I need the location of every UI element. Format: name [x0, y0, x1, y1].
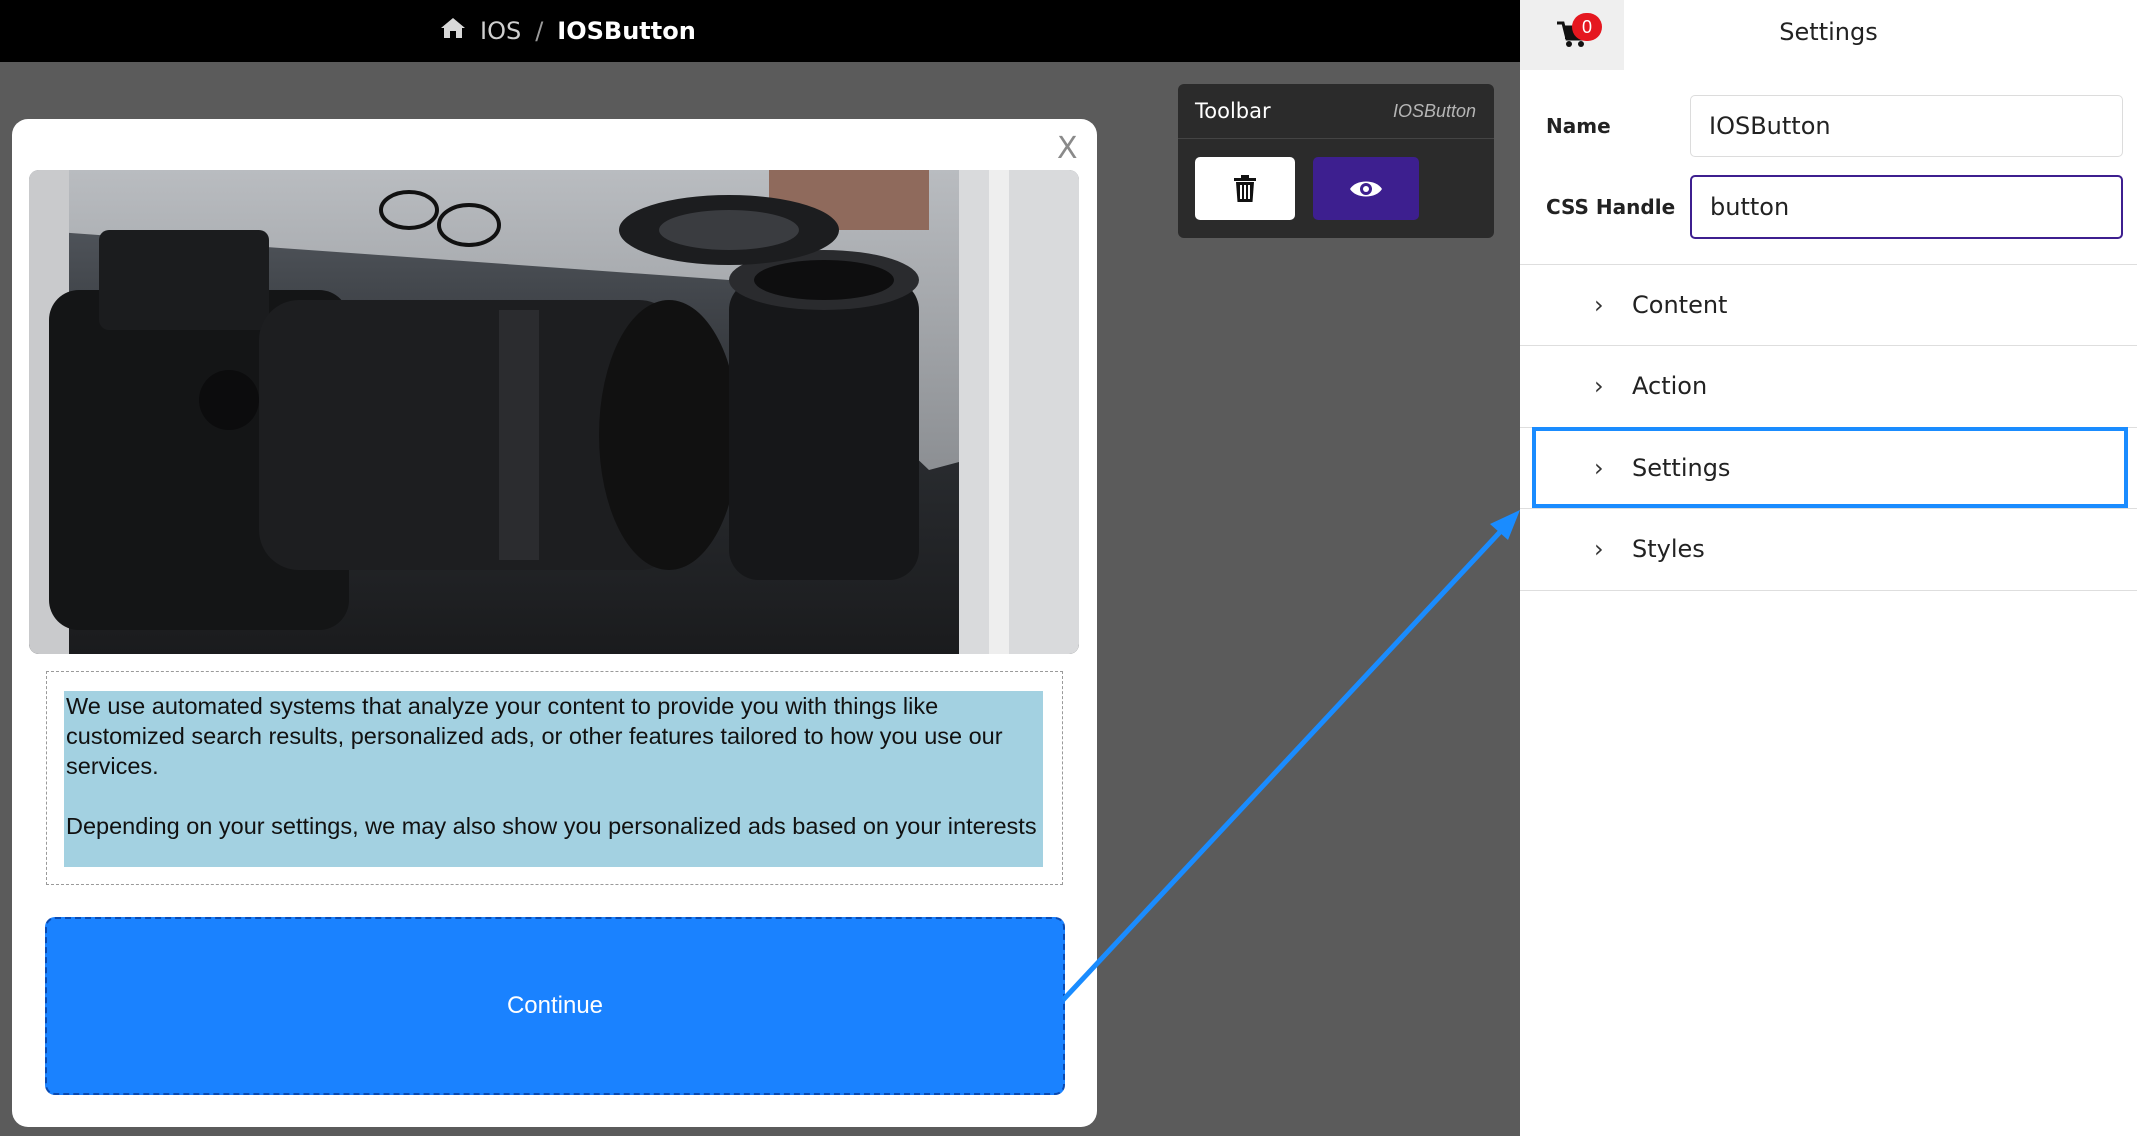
css-handle-label: CSS Handle	[1546, 195, 1676, 219]
chevron-right-icon: ›	[1594, 372, 1604, 400]
name-label: Name	[1546, 114, 1611, 138]
toolbar-title: Toolbar	[1195, 99, 1271, 123]
chevron-right-icon: ›	[1594, 535, 1604, 563]
css-handle-row: CSS Handle	[1520, 175, 2137, 239]
section-action[interactable]: › Action	[1520, 346, 2137, 426]
toolbar-subtitle: IOSButton	[1392, 100, 1476, 121]
panel-header: 0 Settings	[1520, 0, 2137, 70]
settings-panel: 0 Settings Name CSS Handle › Content › A…	[1520, 0, 2137, 1136]
consent-paragraph-2: Depending on your settings, we may also …	[66, 813, 1037, 839]
css-handle-input[interactable]	[1690, 175, 2123, 239]
breadcrumb: IOS / IOSButton	[440, 0, 696, 62]
section-styles[interactable]: › Styles	[1520, 509, 2137, 589]
consent-text: We use automated systems that analyze yo…	[64, 691, 1043, 867]
section-label: Content	[1632, 291, 1728, 319]
breadcrumb-separator: /	[535, 17, 544, 45]
toolbar-widget: Toolbar IOSButton	[1178, 84, 1494, 238]
chevron-right-icon: ›	[1594, 291, 1604, 319]
breadcrumb-current: IOSButton	[557, 17, 696, 45]
divider	[1520, 590, 2137, 591]
preview-modal: X We use automated systems that analyze …	[12, 119, 1097, 1127]
delete-button[interactable]	[1195, 157, 1295, 220]
home-icon[interactable]	[440, 17, 466, 45]
section-label: Action	[1632, 372, 1708, 400]
section-label: Styles	[1632, 535, 1705, 563]
preview-button[interactable]	[1313, 157, 1419, 220]
name-row: Name	[1520, 95, 2137, 157]
camera-photo	[29, 170, 1079, 654]
top-bar: IOS / IOSButton	[0, 0, 1520, 62]
trash-icon	[1234, 174, 1256, 202]
section-content[interactable]: › Content	[1520, 265, 2137, 345]
breadcrumb-parent[interactable]: IOS	[480, 17, 521, 45]
continue-button[interactable]: Continue	[45, 917, 1065, 1095]
name-input[interactable]	[1690, 95, 2123, 157]
eye-icon	[1350, 181, 1382, 196]
text-block: We use automated systems that analyze yo…	[46, 671, 1063, 885]
close-button[interactable]: X	[1057, 131, 1078, 166]
panel-title: Settings	[1779, 18, 1878, 46]
consent-paragraph-1: We use automated systems that analyze yo…	[66, 693, 1003, 779]
settings-highlight-box	[1532, 427, 2128, 508]
toolbar-header: Toolbar IOSButton	[1178, 84, 1494, 139]
